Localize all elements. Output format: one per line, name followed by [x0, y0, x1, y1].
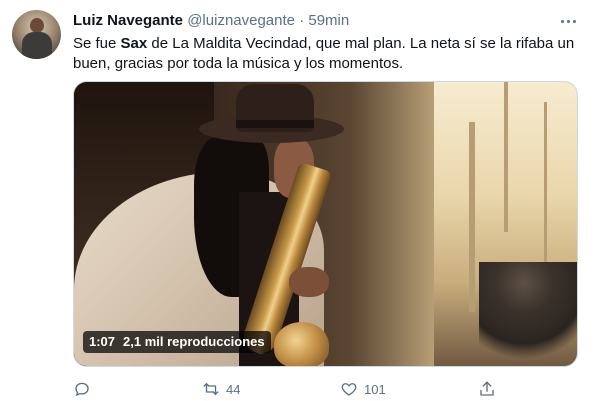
timestamp[interactable]: 59min: [308, 12, 349, 29]
avatar[interactable]: [12, 10, 61, 59]
video-duration: 1:07: [89, 334, 116, 349]
separator: ·: [299, 12, 305, 29]
heart-icon: [341, 383, 357, 396]
video-thumbnail-figure: [479, 262, 577, 366]
retweet-button[interactable]: 44: [202, 378, 240, 400]
reply-icon: [75, 382, 89, 397]
tweet-header: Luiz Navegante @luiznavegante · 59min: [73, 11, 349, 31]
tweet-text: Se fue Sax de La Maldita Vecindad, que m…: [73, 34, 578, 74]
video-views: 2,1 mil reproducciones: [123, 334, 265, 349]
tweet-actions: 44 101: [0, 378, 593, 400]
video-player[interactable]: 1:07 2,1 mil reproducciones: [73, 81, 578, 367]
like-count: 101: [364, 381, 386, 397]
reply-button[interactable]: [73, 378, 91, 400]
author-name[interactable]: Luiz Navegante: [73, 12, 183, 29]
share-button[interactable]: [478, 378, 496, 400]
tweet[interactable]: Luiz Navegante @luiznavegante · 59min Se…: [0, 0, 593, 401]
author-handle[interactable]: @luiznavegante: [187, 12, 295, 29]
retweet-icon: [203, 383, 219, 395]
tweet-text-part: de La Maldita Vecindad, que mal plan. La…: [73, 35, 575, 72]
retweet-count: 44: [226, 381, 241, 397]
video-duration-badge: 1:07 2,1 mil reproducciones: [83, 331, 271, 353]
tweet-text-bold: Sax: [120, 35, 148, 52]
share-icon: [480, 381, 494, 396]
like-button[interactable]: 101: [340, 378, 386, 400]
more-options-icon[interactable]: [556, 9, 580, 33]
tweet-text-part: Se fue: [73, 35, 121, 52]
